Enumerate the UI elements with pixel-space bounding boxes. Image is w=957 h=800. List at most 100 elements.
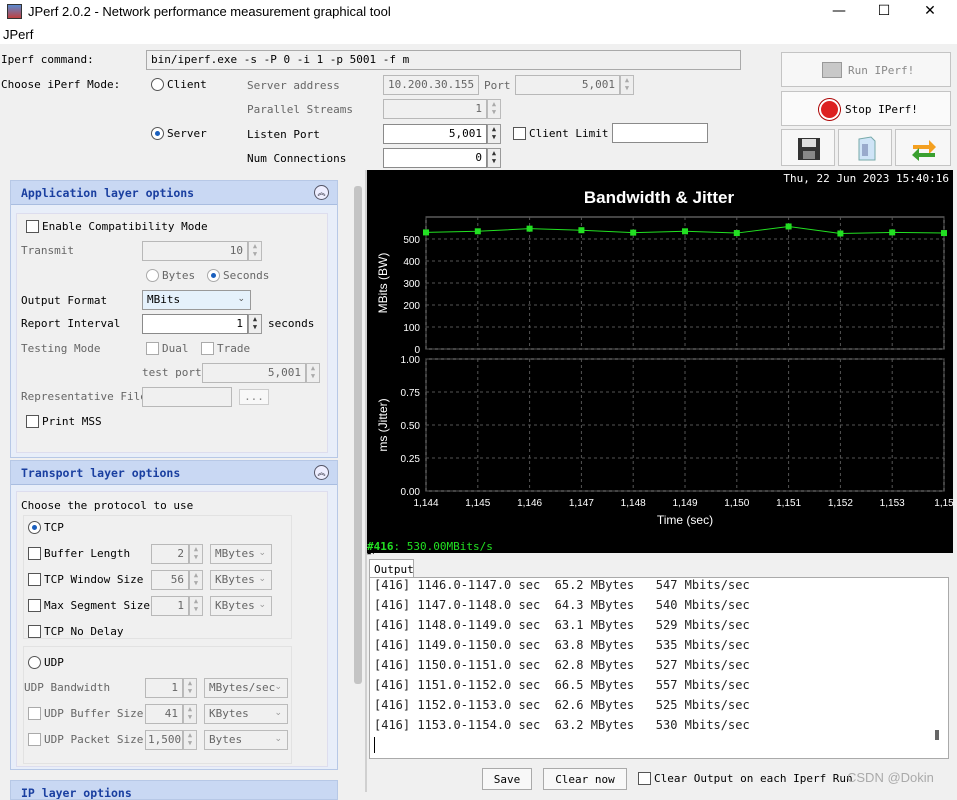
tcp-window-spinner[interactable]: ▲ ▼ xyxy=(189,570,203,590)
application-layer-header[interactable]: Application layer options ︽ xyxy=(11,181,337,205)
transmit-spinner[interactable]: ▲ ▼ xyxy=(248,241,262,261)
listen-port-field[interactable]: 5,001 xyxy=(383,124,487,144)
collapse-chevron-icon[interactable]: ︽ xyxy=(314,185,329,200)
client-radio[interactable] xyxy=(151,78,164,91)
tcp-window-unit-select[interactable]: KBytes ⌄ xyxy=(210,570,272,590)
test-port-field[interactable]: 5,001 xyxy=(202,363,306,383)
bandwidth-y-tick-label: 100 xyxy=(403,323,420,334)
bandwidth-jitter-chart: Thu, 22 Jun 2023 15:40:16 Bandwidth & Ji… xyxy=(367,172,953,553)
chevron-down-icon: ⌄ xyxy=(258,574,266,584)
udp-bandwidth-unit-select[interactable]: MBytes/sec ⌄ xyxy=(204,678,288,698)
output-log[interactable]: [416] 1146.0-1147.0 sec 65.2 MBytes 547 … xyxy=(369,577,949,759)
parallel-streams-field[interactable]: 1 xyxy=(383,99,487,119)
bytes-radio[interactable] xyxy=(146,269,159,282)
print-mss-checkbox[interactable] xyxy=(26,415,39,428)
server-radio[interactable] xyxy=(151,127,164,140)
seconds-radio[interactable] xyxy=(207,269,220,282)
bytes-radio-label: Bytes xyxy=(162,269,196,282)
test-port-spinner[interactable]: ▲ ▼ xyxy=(306,363,320,383)
ip-layer-panel[interactable]: IP layer options xyxy=(10,780,338,800)
tcp-label: TCP xyxy=(44,521,64,534)
num-connections-label: Num Connections xyxy=(247,152,347,165)
transmit-field[interactable]: 10 xyxy=(142,241,248,261)
output-scrollbar[interactable] xyxy=(935,730,939,740)
output-format-label: Output Format xyxy=(21,294,108,307)
collapse-chevron-icon[interactable]: ︽ xyxy=(314,465,329,480)
mss-checkbox[interactable] xyxy=(28,599,41,612)
transport-layer-body: Choose the protocol to use TCP Buffer Le… xyxy=(16,491,328,767)
udp-bandwidth-spinner[interactable]: ▲ ▼ xyxy=(183,678,197,698)
buffer-length-unit-select[interactable]: MBytes ⌄ xyxy=(210,544,272,564)
representative-file-field[interactable] xyxy=(142,387,232,407)
port-spinner[interactable]: ▲ ▼ xyxy=(620,75,634,95)
minimize-button[interactable]: — xyxy=(816,0,862,24)
num-connections-spinner[interactable]: ▲ ▼ xyxy=(487,148,501,168)
browse-file-button[interactable]: ... xyxy=(239,389,269,405)
buffer-length-checkbox[interactable] xyxy=(28,547,41,560)
udp-buffer-checkbox[interactable] xyxy=(28,707,41,720)
options-scrollbar[interactable] xyxy=(354,186,362,684)
dual-checkbox[interactable] xyxy=(146,342,159,355)
iperf-command-label: Iperf command: xyxy=(1,53,94,66)
output-line: [416] 1146.0-1147.0 sec 65.2 MBytes 547 … xyxy=(374,578,750,592)
udp-buffer-label: UDP Buffer Size xyxy=(44,707,144,720)
menu-jperf[interactable]: JPerf xyxy=(3,27,33,42)
compatibility-mode-checkbox[interactable] xyxy=(26,220,39,233)
transport-layer-header[interactable]: Transport layer options ︽ xyxy=(11,461,337,485)
stop-iperf-button[interactable]: Stop IPerf! xyxy=(781,91,951,126)
representative-file-label: Representative File xyxy=(21,390,147,403)
mss-unit-select[interactable]: KBytes ⌄ xyxy=(210,596,272,616)
udp-packet-spinner[interactable]: ▲ ▼ xyxy=(183,730,197,750)
no-delay-checkbox[interactable] xyxy=(28,625,41,638)
report-interval-unit: seconds xyxy=(268,317,315,330)
num-connections-field[interactable]: 0 xyxy=(383,148,487,168)
x-tick-label: 1,152 xyxy=(828,498,853,509)
report-interval-spinner[interactable]: ▲ ▼ xyxy=(248,314,262,334)
refresh-button[interactable] xyxy=(895,129,951,166)
server-address-field[interactable]: 10.200.30.155 xyxy=(383,75,479,95)
parallel-streams-spinner[interactable]: ▲ ▼ xyxy=(487,99,501,119)
run-iperf-button[interactable]: Run IPerf! xyxy=(781,52,951,87)
save-output-button[interactable]: Save xyxy=(482,768,532,790)
report-interval-field[interactable]: 1 xyxy=(142,314,248,334)
output-tab-label: Output xyxy=(374,563,414,576)
listen-port-spinner[interactable]: ▲ ▼ xyxy=(487,124,501,144)
clear-each-run-checkbox[interactable] xyxy=(638,772,651,785)
udp-bandwidth-field[interactable]: 1 xyxy=(145,678,183,698)
client-limit-field[interactable] xyxy=(612,123,708,143)
x-tick-label: 1,145 xyxy=(465,498,490,509)
udp-packet-unit: Bytes xyxy=(209,733,243,746)
buffer-length-spinner[interactable]: ▲ ▼ xyxy=(189,544,203,564)
udp-buffer-unit-select[interactable]: KBytes ⌄ xyxy=(204,704,288,724)
port-field[interactable]: 5,001 xyxy=(515,75,620,95)
tcp-window-checkbox[interactable] xyxy=(28,573,41,586)
output-format-select[interactable]: MBits ⌄ xyxy=(142,290,251,310)
maximize-button[interactable]: ☐ xyxy=(861,0,907,24)
tab-output[interactable]: Output xyxy=(369,559,414,578)
mss-spinner[interactable]: ▲ ▼ xyxy=(189,596,203,616)
split-arrows-icon[interactable]: ▲▼ xyxy=(367,548,391,556)
chart-area: Thu, 22 Jun 2023 15:40:16 Bandwidth & Ji… xyxy=(367,170,953,553)
bandwidth-data-point xyxy=(423,229,429,236)
tcp-window-field[interactable]: 56 xyxy=(151,570,189,590)
clear-settings-button[interactable] xyxy=(838,129,892,166)
clear-now-button[interactable]: Clear now xyxy=(543,768,627,790)
udp-radio[interactable] xyxy=(28,656,41,669)
client-limit-checkbox[interactable] xyxy=(513,127,526,140)
trade-checkbox[interactable] xyxy=(201,342,214,355)
udp-packet-unit-select[interactable]: Bytes ⌄ xyxy=(204,730,288,750)
udp-packet-checkbox[interactable] xyxy=(28,733,41,746)
seconds-radio-label: Seconds xyxy=(223,269,270,282)
status-text: : 530.00MBits/s xyxy=(394,540,493,553)
save-config-button[interactable] xyxy=(781,129,835,166)
tcp-radio[interactable] xyxy=(28,521,41,534)
run-icon xyxy=(822,62,842,78)
close-button[interactable]: ✕ xyxy=(907,0,953,24)
buffer-length-field[interactable]: 2 xyxy=(151,544,189,564)
udp-packet-field[interactable]: 1,500 xyxy=(145,730,183,750)
udp-buffer-field[interactable]: 41 xyxy=(145,704,183,724)
bandwidth-data-point xyxy=(682,228,688,235)
mss-field[interactable]: 1 xyxy=(151,596,189,616)
iperf-command-field[interactable]: bin/iperf.exe -s -P 0 -i 1 -p 5001 -f m xyxy=(146,50,741,70)
udp-buffer-spinner[interactable]: ▲ ▼ xyxy=(183,704,197,724)
